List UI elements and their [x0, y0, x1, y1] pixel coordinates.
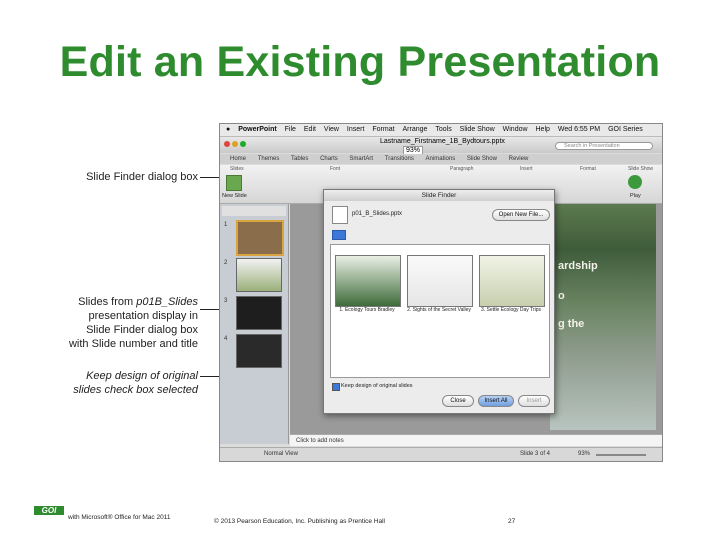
callout-slides-from-line4: with Slide number and title [68, 338, 198, 350]
keep-design-checkbox[interactable] [332, 383, 340, 391]
menubar-user[interactable]: GOI Series [608, 124, 643, 136]
play-button[interactable]: Play [630, 193, 641, 199]
dialog-title: Slide Finder [324, 190, 554, 201]
gallery-caption-2: 2. Sights of the Secret Valley [407, 307, 471, 313]
callout-slides-from-line3: Slide Finder dialog box [86, 324, 198, 336]
callout-slides-from-line2: presentation display in [88, 310, 198, 322]
apple-icon[interactable]: ● [226, 124, 230, 136]
status-zoom: 93% [578, 451, 591, 457]
slide-gallery: 1. Ecology Tours Bradley 2. Sights of th… [330, 244, 550, 378]
zoom-slider[interactable] [596, 454, 646, 456]
open-new-file-button[interactable]: Open New File... [492, 209, 550, 221]
group-insert-label: Insert [520, 166, 533, 172]
insert-button[interactable]: Insert [518, 395, 550, 407]
gallery-caption-3: 3. Settle Ecology Day Trips [480, 307, 542, 313]
tab-themes[interactable]: Themes [258, 154, 280, 164]
slide-text-1: ardship [558, 260, 598, 272]
tab-slide-show[interactable]: Slide Show [467, 154, 497, 164]
callout-slides-from-line1: Slides from p01B_Slides [78, 296, 198, 308]
group-font-label: Font [330, 166, 341, 172]
slide-finder-dialog: Slide Finder p01_B_Slides.pptx Open New … [323, 189, 555, 414]
gallery-slide-2[interactable] [407, 255, 473, 307]
group-paragraph-label: Paragraph [450, 166, 474, 172]
insert-all-button[interactable]: Insert All [478, 395, 514, 407]
slide-text-2: o [558, 290, 565, 302]
status-view[interactable]: Normal View [264, 451, 298, 457]
footer-page-number: 27 [508, 518, 516, 525]
thumbnail-view-toggle[interactable] [222, 206, 286, 216]
thumb-number-1: 1 [224, 222, 228, 228]
tab-review[interactable]: Review [509, 154, 529, 164]
menu-arrange[interactable]: Arrange [403, 124, 428, 136]
slide-thumbnail-3[interactable] [236, 296, 282, 330]
menu-window[interactable]: Window [503, 124, 528, 136]
callout-keep-design: Keep design of original slides check box… [60, 369, 198, 397]
tab-animations[interactable]: Animations [426, 154, 456, 164]
slide-thumbnail-1[interactable] [236, 220, 284, 256]
menu-powerpoint[interactable]: PowerPoint [238, 124, 277, 136]
slide-thumbnail-2[interactable] [236, 258, 282, 292]
ribbon-tabs: Home Themes Tables Charts SmartArt Trans… [220, 154, 662, 164]
close-button[interactable]: Close [442, 395, 474, 407]
callout-slide-finder: Slide Finder dialog box [86, 171, 198, 183]
gallery-caption-1: 1. Ecology Tours Bradley [339, 307, 395, 313]
callout-keep-design-line2: slides check box selected [73, 384, 198, 396]
status-slide: Slide 3 of 4 [520, 451, 551, 457]
status-bar: Normal View Slide 3 of 4 93% [220, 447, 662, 461]
callout-keep-design-line1: Keep design of original [86, 370, 198, 382]
gallery-slide-3[interactable] [479, 255, 545, 307]
menu-tools[interactable]: Tools [435, 124, 451, 136]
slide-thumbnail-pane: 1 2 3 4 [220, 204, 289, 444]
goi-logo: GOI [34, 506, 64, 515]
tab-charts[interactable]: Charts [320, 154, 338, 164]
menu-help[interactable]: Help [536, 124, 550, 136]
footer-copyright: © 2013 Pearson Education, Inc. Publishin… [214, 518, 385, 525]
file-icon [332, 206, 348, 224]
thumb-number-2: 2 [224, 260, 228, 266]
slide-thumbnail-4[interactable] [236, 334, 282, 368]
notes-pane[interactable]: Click to add notes [290, 434, 662, 446]
tab-smartart[interactable]: SmartArt [349, 154, 373, 164]
window-title: Lastname_Firstname_1B_Bydtours.pptx [380, 138, 505, 145]
gallery-slide-1[interactable] [335, 255, 401, 307]
menu-format[interactable]: Format [372, 124, 394, 136]
close-window-icon[interactable] [224, 141, 230, 147]
dialog-filename: p01_B_Slides.pptx [352, 211, 403, 217]
group-format-label: Format [580, 166, 596, 172]
menu-view[interactable]: View [324, 124, 339, 136]
new-slide-icon[interactable] [226, 175, 242, 191]
callout-slides-from: Slides from p01B_Slides presentation dis… [60, 295, 198, 351]
menu-edit[interactable]: Edit [304, 124, 316, 136]
minimize-window-icon[interactable] [232, 141, 238, 147]
tab-home[interactable]: Home [230, 154, 246, 164]
thumb-number-4: 4 [224, 336, 228, 342]
keep-design-label: Keep design of original slides [341, 383, 413, 389]
mac-menubar: ● PowerPoint File Edit View Insert Forma… [220, 124, 662, 137]
group-slides-label: Slides [230, 166, 244, 172]
menubar-clock: Wed 6:55 PM [557, 126, 601, 133]
tab-transitions[interactable]: Transitions [385, 154, 414, 164]
slide-title: Edit an Existing Presentation [59, 38, 661, 86]
menu-insert[interactable]: Insert [347, 124, 365, 136]
footer-left: with Microsoft® Office for Mac 2011 [68, 514, 171, 521]
grid-view-icon[interactable] [332, 230, 346, 240]
menu-file[interactable]: File [285, 124, 296, 136]
zoom-window-icon[interactable] [240, 141, 246, 147]
menu-slide-show[interactable]: Slide Show [460, 124, 495, 136]
tab-tables[interactable]: Tables [291, 154, 308, 164]
search-input[interactable]: Search in Presentation [555, 142, 653, 150]
play-icon[interactable] [628, 175, 642, 189]
slide-text-3: g the [558, 318, 585, 330]
group-slide-show-label: Slide Show [628, 166, 654, 172]
powerpoint-screenshot: ● PowerPoint File Edit View Insert Forma… [219, 123, 663, 462]
window-titlebar: Lastname_Firstname_1B_Bydtours.pptx 93% … [220, 137, 662, 155]
current-slide[interactable]: ardship o g the [550, 204, 656, 430]
thumb-number-3: 3 [224, 298, 228, 304]
new-slide-button[interactable]: New Slide [222, 193, 247, 199]
